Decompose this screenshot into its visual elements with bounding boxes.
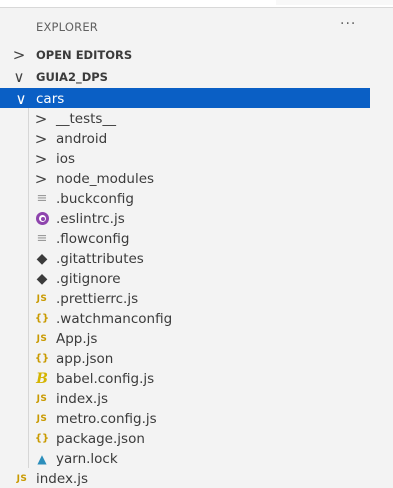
babel-icon: B	[36, 371, 48, 387]
git-icon: ◆	[36, 251, 48, 267]
section-project-label: GUIA2_DPS	[36, 70, 108, 84]
tree-item-root-index-js[interactable]: JS index.js	[0, 468, 370, 488]
tree-item-label: __tests__	[56, 111, 116, 127]
right-edge	[370, 8, 393, 471]
tree-item-metro-config[interactable]: JS metro.config.js	[0, 408, 370, 428]
config-file-icon: ≡	[36, 231, 48, 246]
tree-item-label: android	[56, 131, 108, 147]
tree-item-babel-config[interactable]: B babel.config.js	[0, 368, 370, 388]
tree-item-prettierrc[interactable]: JS .prettierrc.js	[0, 288, 370, 308]
chevron-down-icon: ∨	[13, 68, 25, 86]
json-file-icon: {}	[34, 433, 50, 444]
json-file-icon: {}	[34, 313, 50, 324]
explorer-panel: EXPLORER ··· > OPEN EDITORS ∨ GUIA2_DPS …	[0, 8, 370, 487]
tree-item-label: index.js	[56, 391, 109, 407]
json-file-icon: {}	[34, 353, 50, 364]
tree-item-gitignore[interactable]: ◆ .gitignore	[0, 268, 370, 288]
chevron-right-icon: >	[34, 110, 48, 128]
tree-item-label: .buckconfig	[56, 191, 134, 207]
tree-item-eslintrc[interactable]: .eslintrc.js	[0, 208, 370, 228]
more-actions-icon[interactable]: ···	[340, 16, 356, 32]
tree-item-label: .eslintrc.js	[56, 211, 125, 227]
tree-item-index-js[interactable]: JS index.js	[0, 388, 370, 408]
tree-item-label: .watchmanconfig	[56, 311, 173, 327]
tree-item-tests[interactable]: > __tests__	[0, 108, 370, 128]
js-file-icon: JS	[16, 474, 28, 484]
tree-item-package-json[interactable]: {} package.json	[0, 428, 370, 448]
tree-item-android[interactable]: > android	[0, 128, 370, 148]
top-edge	[0, 0, 393, 8]
tree-item-label: .gitattributes	[56, 251, 144, 267]
tree-item-label: babel.config.js	[56, 371, 155, 387]
tree-item-label: .prettierrc.js	[56, 291, 139, 307]
explorer-header: EXPLORER ···	[0, 8, 370, 40]
chevron-right-icon: >	[12, 46, 26, 64]
eslint-icon	[36, 212, 49, 225]
section-open-editors-label: OPEN EDITORS	[36, 48, 133, 62]
tree-item-node-modules[interactable]: > node_modules	[0, 168, 370, 188]
tree-item-label: app.json	[56, 351, 114, 367]
tree-item-ios[interactable]: > ios	[0, 148, 370, 168]
section-project[interactable]: ∨ GUIA2_DPS	[0, 66, 370, 88]
tree-folder-cars[interactable]: ∨ cars	[0, 88, 370, 108]
section-open-editors[interactable]: > OPEN EDITORS	[0, 44, 370, 66]
chevron-right-icon: >	[34, 170, 48, 188]
tree-item-label: package.json	[56, 431, 145, 447]
tree-item-label: yarn.lock	[56, 451, 118, 467]
js-file-icon: JS	[36, 394, 48, 404]
chevron-down-icon: ∨	[15, 90, 27, 108]
tree-item-app-js[interactable]: JS App.js	[0, 328, 370, 348]
tree-item-flowconfig[interactable]: ≡ .flowconfig	[0, 228, 370, 248]
tree-item-label: index.js	[36, 471, 89, 487]
tree-item-yarn-lock[interactable]: ▲ yarn.lock	[0, 448, 370, 468]
tree-item-label: metro.config.js	[56, 411, 157, 427]
tree-item-buckconfig[interactable]: ≡ .buckconfig	[0, 188, 370, 208]
explorer-title: EXPLORER	[36, 20, 98, 34]
js-file-icon: JS	[36, 414, 48, 424]
tree-item-label: ios	[56, 151, 76, 167]
tree-item-watchmanconfig[interactable]: {} .watchmanconfig	[0, 308, 370, 328]
tree-item-label: .flowconfig	[56, 231, 130, 247]
tree-item-gitattributes[interactable]: ◆ .gitattributes	[0, 248, 370, 268]
js-file-icon: JS	[36, 294, 48, 304]
js-file-icon: JS	[36, 334, 48, 344]
tree-folder-label: cars	[36, 91, 65, 107]
tree-item-app-json[interactable]: {} app.json	[0, 348, 370, 368]
tree-item-label: node_modules	[56, 171, 155, 187]
config-file-icon: ≡	[36, 191, 48, 206]
git-icon: ◆	[36, 271, 48, 287]
chevron-right-icon: >	[34, 130, 48, 148]
chevron-right-icon: >	[34, 150, 48, 168]
yarn-icon: ▲	[37, 452, 47, 466]
tree-item-label: App.js	[56, 331, 98, 347]
tree-item-label: .gitignore	[56, 271, 121, 287]
